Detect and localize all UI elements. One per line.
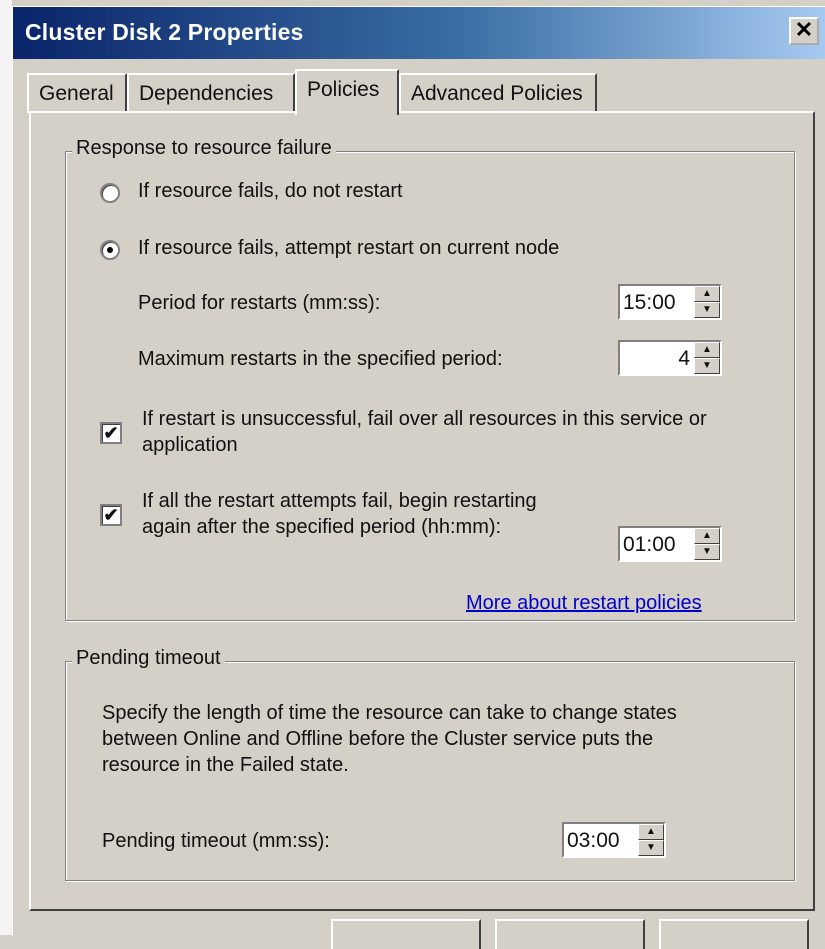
spin-down-icon[interactable]: ▼ (638, 840, 664, 856)
tab-general-label: General (39, 82, 114, 105)
restart-again-label-line2[interactable]: again after the specified period (hh:mm)… (142, 516, 501, 539)
radio-no-restart[interactable] (100, 183, 120, 203)
pending-description-line2: between Online and Offline before the Cl… (102, 728, 654, 750)
period-label: Period for restarts (mm:ss): (138, 292, 381, 314)
max-restarts-spin-buttons[interactable]: ▲ ▼ (694, 342, 720, 374)
pending-description-line1: Specify the length of time the resource … (102, 702, 677, 724)
spin-up-icon[interactable]: ▲ (694, 528, 720, 544)
spin-up-icon[interactable]: ▲ (694, 286, 720, 302)
response-group-legend: Response to resource failure (72, 137, 336, 160)
period-spinner[interactable]: 15:00 ▲ ▼ (618, 284, 722, 320)
restart-again-spinner[interactable]: 01:00 ▲ ▼ (618, 526, 722, 562)
max-restarts-value[interactable]: 4 (678, 347, 690, 371)
response-group: Response to resource failure If resource… (65, 137, 795, 621)
more-restart-policies-link[interactable]: More about restart policies (466, 592, 702, 615)
tab-dependencies[interactable]: Dependencies (127, 73, 295, 113)
properties-dialog: Cluster Disk 2 Properties ✕ General Depe… (12, 6, 825, 949)
max-restarts-spinner[interactable]: 4 ▲ ▼ (618, 340, 722, 376)
tab-advanced-policies[interactable]: Advanced Policies (399, 73, 597, 113)
spin-up-icon[interactable]: ▲ (694, 342, 720, 358)
period-spin-buttons[interactable]: ▲ ▼ (694, 286, 720, 318)
pending-timeout-spinner[interactable]: 03:00 ▲ ▼ (562, 822, 666, 858)
pending-spin-buttons[interactable]: ▲ ▼ (638, 824, 664, 856)
spin-down-icon[interactable]: ▼ (694, 358, 720, 374)
restart-again-spin-buttons[interactable]: ▲ ▼ (694, 528, 720, 560)
pending-timeout-value[interactable]: 03:00 (567, 829, 620, 853)
tab-dependencies-label: Dependencies (139, 82, 274, 105)
restart-again-value[interactable]: 01:00 (623, 533, 676, 557)
restart-again-checkbox[interactable]: ✔ (100, 504, 122, 526)
close-icon: ✕ (794, 17, 814, 42)
tab-policies-label: Policies (307, 78, 380, 101)
max-restarts-label: Maximum restarts in the specified period… (138, 348, 503, 370)
window-title: Cluster Disk 2 Properties (25, 19, 304, 45)
background-strip (0, 0, 12, 935)
failover-label-line1[interactable]: If restart is unsuccessful, fail over al… (142, 408, 707, 431)
cancel-button[interactable] (495, 919, 645, 949)
tab-policies[interactable]: Policies (295, 69, 399, 115)
spin-down-icon[interactable]: ▼ (694, 544, 720, 560)
radio-restart-label[interactable]: If resource fails, attempt restart on cu… (138, 237, 559, 260)
pending-timeout-label: Pending timeout (mm:ss): (102, 830, 330, 852)
radio-selected-dot (107, 247, 113, 253)
spin-down-icon[interactable]: ▼ (694, 302, 720, 318)
check-icon: ✔ (103, 423, 119, 443)
radio-no-restart-label[interactable]: If resource fails, do not restart (138, 180, 403, 203)
pending-timeout-group: Pending timeout Specify the length of ti… (65, 647, 795, 881)
failover-label-line2[interactable]: application (142, 434, 238, 457)
check-icon: ✔ (103, 505, 119, 525)
tab-general[interactable]: General (27, 73, 127, 113)
restart-again-label-line1[interactable]: If all the restart attempts fail, begin … (142, 490, 537, 513)
spin-up-icon[interactable]: ▲ (638, 824, 664, 840)
pending-timeout-legend: Pending timeout (72, 647, 225, 670)
tab-advanced-policies-label: Advanced Policies (411, 82, 583, 105)
title-bar[interactable]: Cluster Disk 2 Properties ✕ (13, 7, 825, 59)
period-value[interactable]: 15:00 (623, 291, 676, 315)
radio-restart-current-node[interactable] (100, 240, 120, 260)
apply-button[interactable] (659, 919, 809, 949)
policies-panel: Response to resource failure If resource… (29, 111, 815, 911)
close-button[interactable]: ✕ (789, 17, 819, 45)
ok-button[interactable] (331, 919, 481, 949)
failover-checkbox[interactable]: ✔ (100, 422, 122, 444)
pending-description-line3: resource in the Failed state. (102, 754, 349, 776)
